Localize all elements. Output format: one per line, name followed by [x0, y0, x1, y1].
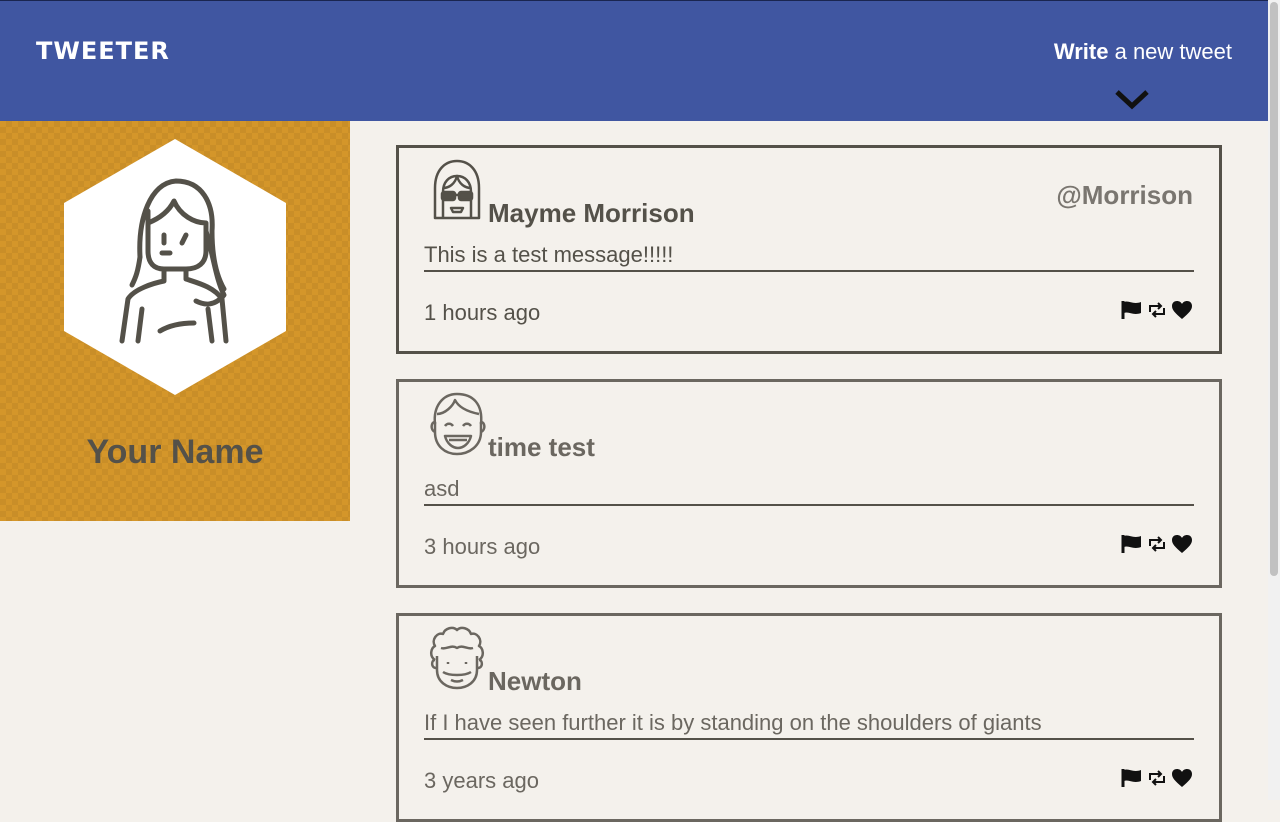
tweet-card: Newton If I have seen further it is by s…	[396, 613, 1222, 822]
top-nav: TWEETER Write a new tweet	[0, 0, 1268, 121]
tweet-author-name[interactable]: Mayme Morrison	[488, 198, 695, 229]
avatar-curly-hair-man-icon	[430, 626, 484, 690]
flag-icon[interactable]	[1121, 534, 1143, 554]
profile-panel: Your Name	[0, 121, 350, 521]
tweet-actions	[1121, 534, 1193, 554]
avatar-glasses-girl-icon	[433, 159, 481, 220]
brand-logo[interactable]: TWEETER	[36, 37, 170, 65]
avatar-laughing-boy-icon	[430, 392, 486, 456]
tweet-card: Mayme Morrison @Morrison This is a test …	[396, 145, 1222, 354]
scrollbar-thumb[interactable]	[1270, 2, 1278, 576]
tweet-timestamp: 1 hours ago	[424, 300, 541, 325]
compose-bold-label: Write	[1053, 39, 1109, 64]
heart-icon[interactable]	[1171, 300, 1193, 320]
tweet-card: time test asd 3 hours ago	[396, 379, 1222, 588]
tweet-message: If I have seen further it is by standing…	[424, 710, 1194, 740]
tweet-message: asd	[424, 476, 1194, 506]
tweet-message: This is a test message!!!!!	[424, 242, 1194, 272]
retweet-icon[interactable]	[1147, 302, 1167, 318]
tweet-author-name[interactable]: Newton	[488, 666, 582, 697]
tweet-actions	[1121, 300, 1193, 320]
tweet-actions	[1121, 768, 1193, 788]
tweet-author-name[interactable]: time test	[488, 432, 595, 463]
tweet-timestamp: 3 years ago	[424, 768, 539, 793]
profile-avatar-icon	[64, 139, 286, 395]
tweet-timestamp: 3 hours ago	[424, 534, 541, 559]
chevron-down-icon[interactable]	[1114, 87, 1150, 111]
retweet-icon[interactable]	[1147, 770, 1167, 786]
compose-label: a new tweet	[1108, 39, 1232, 64]
compose-toggle[interactable]: Write a new tweet	[1054, 39, 1232, 65]
heart-icon[interactable]	[1171, 768, 1193, 788]
flag-icon[interactable]	[1121, 300, 1143, 320]
flag-icon[interactable]	[1121, 768, 1143, 788]
tweet-author-handle[interactable]: @Morrison	[1056, 180, 1193, 211]
retweet-icon[interactable]	[1147, 536, 1167, 552]
profile-name: Your Name	[86, 433, 264, 471]
heart-icon[interactable]	[1171, 534, 1193, 554]
